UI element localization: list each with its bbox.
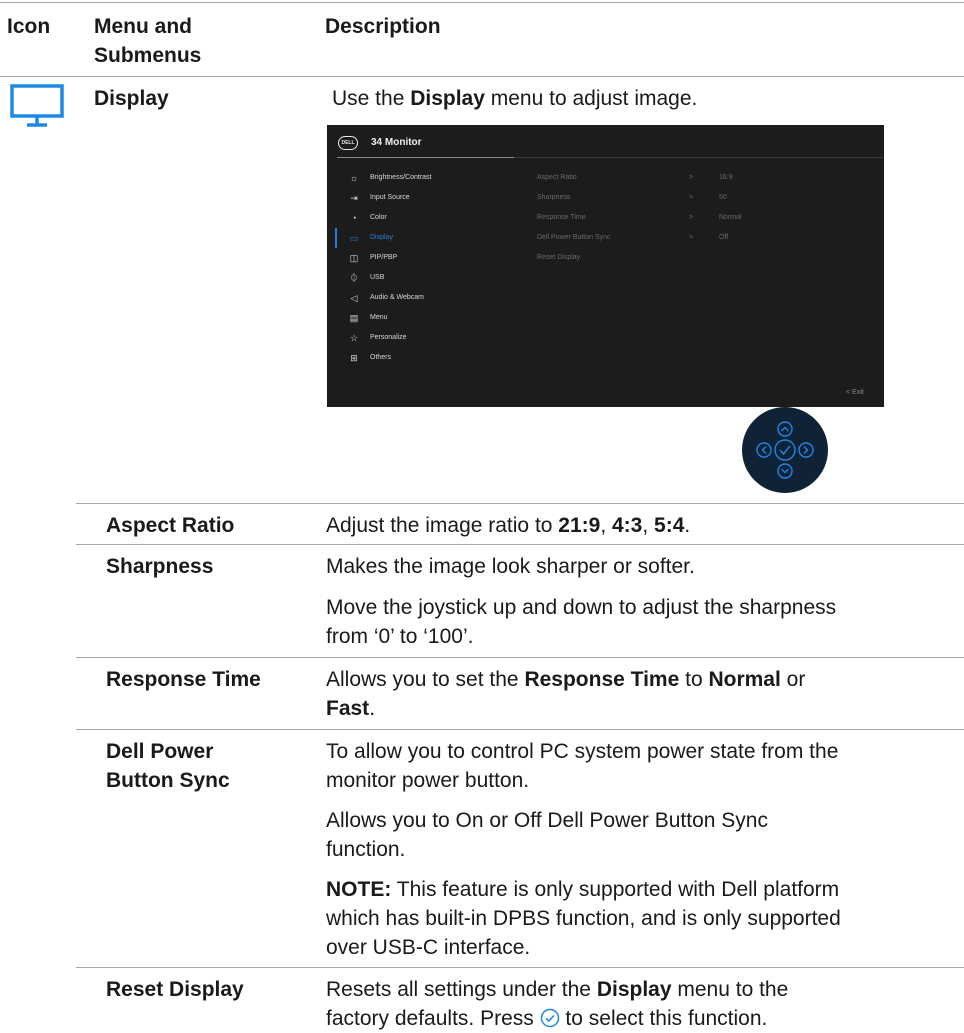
osd-title-underline (337, 157, 514, 158)
osd-menu-item-menu[interactable]: ▤ Menu (327, 308, 527, 328)
row-rule (76, 967, 964, 968)
sharpness-desc-2-line2: from ‘0’ to ‘100’. (326, 625, 474, 648)
menu-icon: ▤ (349, 313, 359, 323)
display-description: Use the Display menu to adjust image. (332, 87, 698, 110)
chevron-right-icon: > (689, 214, 694, 221)
row-rule (76, 544, 964, 545)
dpbs-note-line2: which has built-in DPBS function, and is… (326, 907, 841, 930)
osd-submenu-aspect-ratio[interactable]: Aspect Ratio >16:9 (537, 168, 877, 188)
header-menu-line2: Submenus (94, 44, 202, 67)
osd-menu-item-others[interactable]: ⊞ Others (327, 348, 527, 368)
osd-menu-item-audio-webcam[interactable]: ◁ Audio & Webcam (327, 288, 527, 308)
dpbs-desc-2-line1: Allows you to On or Off Dell Power Butto… (326, 809, 768, 832)
osd-submenu-dpbs[interactable]: Dell Power Button Sync > Off (537, 228, 877, 248)
usb-icon: ⏀ (349, 273, 359, 283)
row-rule (76, 729, 964, 730)
pip-pbp-icon: ◫ (349, 253, 359, 263)
osd-menu-item-color[interactable]: ◔ Color (327, 208, 527, 228)
response-time-term: Response Time (106, 668, 261, 691)
osd-menu-item-input-source[interactable]: ⇥ Input Source (327, 188, 527, 208)
osd-menu-item-display[interactable]: ▭ Display (327, 228, 527, 248)
chevron-right-icon: > (689, 234, 694, 241)
row-rule (76, 657, 964, 658)
osd-title-divider (514, 157, 884, 158)
osd-submenu-sharpness[interactable]: Sharpness >50 (537, 188, 877, 208)
reset-display-term: Reset Display (106, 978, 244, 1001)
display-menu-label: Display (94, 87, 169, 110)
reset-display-desc-line2: factory defaults. Press to select this f… (326, 1007, 768, 1030)
color-icon: ◔ (351, 213, 357, 223)
dpbs-desc-1-line1: To allow you to control PC system power … (326, 740, 839, 763)
joystick-diagram (742, 407, 828, 493)
header-menu-line1: Menu and (94, 15, 192, 38)
header-description: Description (325, 15, 441, 38)
osd-menu-item-personalize[interactable]: ☆ Personalize (327, 328, 527, 348)
osd-screenshot: DELL 34 Monitor ☼ Brightness/Contrast ⇥ In… (327, 125, 884, 407)
osd-title: 34 Monitor (371, 137, 422, 148)
dell-logo: DELL (338, 136, 358, 150)
monitor-icon (10, 84, 64, 127)
sharpness-term: Sharpness (106, 555, 214, 578)
header-rule (0, 76, 964, 77)
aspect-ratio-term: Aspect Ratio (106, 514, 235, 537)
osd-menu-item-usb[interactable]: ⏀ USB (327, 268, 527, 288)
osd-submenu-response-time[interactable]: Response Time > Normal (537, 208, 877, 228)
display-icon: ▭ (349, 233, 359, 243)
table-top-rule (0, 2, 964, 3)
osd-submenu-reset-display[interactable]: Reset Display (537, 248, 877, 268)
input-source-icon: ⇥ (350, 193, 358, 203)
dpbs-desc-1-line2: monitor power button. (326, 769, 530, 792)
check-circle-icon (540, 1008, 559, 1028)
chevron-right-icon: > (689, 194, 694, 201)
audio-webcam-icon: ◁ (350, 293, 358, 303)
reset-display-desc-line1: Resets all settings under the Display me… (326, 978, 789, 1001)
dpbs-desc-2-line2: function. (326, 838, 406, 861)
chevron-right-icon: > (689, 174, 694, 181)
dpbs-note-line3: over USB-C interface. (326, 936, 531, 959)
osd-exit-button[interactable]: < Exit (846, 387, 864, 399)
dpbs-term-line2: Button Sync (106, 769, 230, 792)
dpbs-note-line1: NOTE: This feature is only supported wit… (326, 878, 840, 901)
osd-title-bar: DELL 34 Monitor (327, 125, 884, 159)
personalize-icon: ☆ (349, 333, 359, 343)
osd-menu-item-brightness[interactable]: ☼ Brightness/Contrast (327, 168, 527, 188)
sharpness-desc-2-line1: Move the joystick up and down to adjust … (326, 596, 837, 619)
osd-menu-item-pip-pbp[interactable]: ◫ PIP/PBP (327, 248, 527, 268)
response-time-desc-line1: Allows you to set the Response Time to N… (326, 668, 806, 691)
aspect-ratio-description: Adjust the image ratio to 21:9, 4:3, 5:4… (326, 514, 691, 537)
dpbs-term-line1: Dell Power (106, 740, 214, 763)
others-icon: ⊞ (350, 353, 358, 363)
header-icon: Icon (7, 15, 51, 38)
brightness-icon: ☼ (349, 173, 359, 183)
row-rule (76, 503, 964, 504)
sharpness-desc-1: Makes the image look sharper or softer. (326, 555, 695, 578)
response-time-desc-line2: Fast. (326, 697, 376, 720)
